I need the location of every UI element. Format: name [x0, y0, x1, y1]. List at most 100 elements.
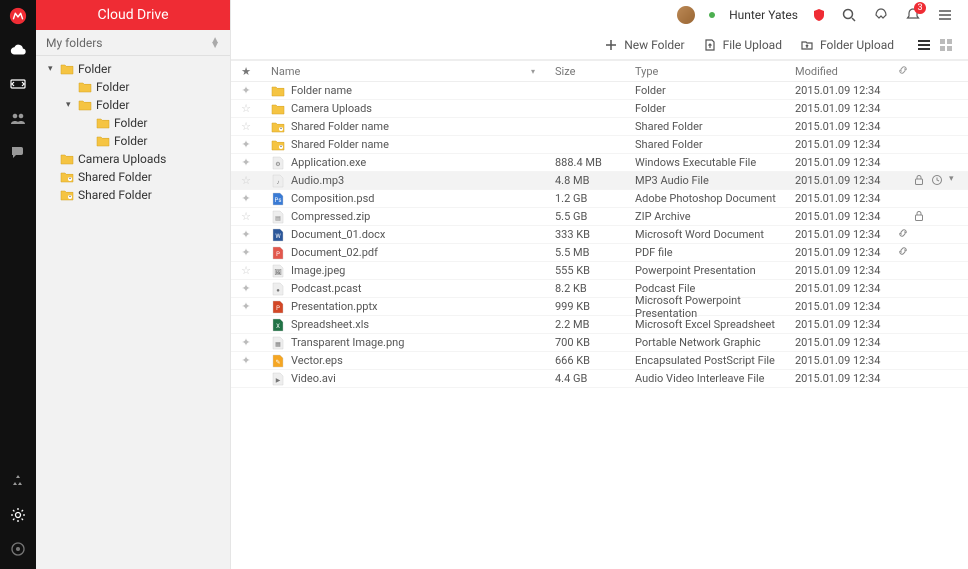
table-row[interactable]: ☆ Shared Folder name Shared Folder 2015.…: [231, 118, 968, 136]
table-row[interactable]: ☆ Camera Uploads Folder 2015.01.09 12:34: [231, 100, 968, 118]
chat-icon[interactable]: [8, 142, 28, 162]
size-column-header[interactable]: Size: [555, 65, 635, 78]
file-modified: 2015.01.09 12:34: [795, 228, 893, 241]
rocket-icon[interactable]: [872, 6, 890, 24]
file-name: Document_02.pdf: [291, 246, 378, 259]
file-modified: 2015.01.09 12:34: [795, 192, 893, 205]
topbar: Hunter Yates 3: [231, 0, 968, 30]
word-icon: W: [271, 228, 285, 242]
star-icon[interactable]: ✦: [241, 282, 250, 295]
table-row[interactable]: ✦ Folder name Folder 2015.01.09 12:34: [231, 82, 968, 100]
file-modified: 2015.01.09 12:34: [795, 300, 893, 313]
type-column-header[interactable]: Type: [635, 65, 795, 78]
star-icon[interactable]: ✦: [241, 336, 250, 349]
table-row[interactable]: ✦ ▦ Transparent Image.png 700 KB Portabl…: [231, 334, 968, 352]
lock-icon[interactable]: [913, 174, 927, 188]
sort-icon: ▲▼: [210, 38, 220, 48]
lock-icon[interactable]: [913, 210, 927, 224]
grid-view-button[interactable]: [938, 37, 954, 53]
star-icon[interactable]: ✦: [241, 354, 250, 367]
table-row[interactable]: ✦ Shared Folder name Shared Folder 2015.…: [231, 136, 968, 154]
logo-icon[interactable]: [8, 6, 28, 26]
my-folders-header[interactable]: My folders ▲▼: [36, 30, 230, 56]
menu-icon[interactable]: [936, 6, 954, 24]
png-icon: ▦: [271, 336, 285, 350]
list-view-button[interactable]: [916, 37, 932, 53]
star-icon[interactable]: ✦: [241, 156, 250, 169]
file-name: Transparent Image.png: [291, 336, 404, 349]
table-row[interactable]: ✦ W Document_01.docx 333 KB Microsoft Wo…: [231, 226, 968, 244]
settings-icon[interactable]: [8, 505, 28, 525]
star-column-header[interactable]: ★: [231, 65, 261, 78]
table-row[interactable]: ☆ 🖼 Image.jpeg 555 KB Powerpoint Present…: [231, 262, 968, 280]
file-upload-button[interactable]: File Upload: [703, 38, 782, 52]
caret-icon: ▾: [66, 100, 74, 110]
folder-icon: [78, 81, 92, 93]
file-name: Composition.psd: [291, 192, 374, 205]
star-icon[interactable]: ☆: [241, 174, 251, 187]
table-row[interactable]: ✦ Ps Composition.psd 1.2 GB Adobe Photos…: [231, 190, 968, 208]
shield-icon[interactable]: [812, 8, 826, 22]
new-folder-label: New Folder: [624, 38, 684, 52]
tree-item[interactable]: Shared Folder: [36, 168, 230, 186]
psd-icon: Ps: [271, 192, 285, 206]
star-icon[interactable]: ✦: [241, 228, 250, 241]
name-column-header[interactable]: Name ▾: [261, 65, 541, 78]
search-icon[interactable]: [840, 6, 858, 24]
username[interactable]: Hunter Yates: [729, 8, 798, 22]
tree-item[interactable]: Camera Uploads: [36, 150, 230, 168]
star-icon[interactable]: ✦: [241, 138, 250, 151]
star-icon[interactable]: ☆: [241, 264, 251, 277]
star-icon[interactable]: ✦: [241, 300, 250, 313]
file-modified: 2015.01.09 12:34: [795, 336, 893, 349]
modified-column-header[interactable]: Modified: [795, 65, 893, 78]
file-name: Podcast.pcast: [291, 282, 361, 295]
file-name: Spreadsheet.xls: [291, 318, 369, 331]
tree-item[interactable]: Folder: [36, 132, 230, 150]
table-row[interactable]: ☆ ♪ Audio.mp3 4.8 MB MP3 Audio File 2015…: [231, 172, 968, 190]
link-icon[interactable]: [897, 247, 909, 260]
star-icon[interactable]: ✦: [241, 192, 250, 205]
power-icon[interactable]: [8, 539, 28, 559]
clock-icon[interactable]: [931, 174, 945, 188]
tree-item-label: Folder: [114, 134, 147, 148]
file-name: Shared Folder name: [291, 138, 389, 151]
svg-text:⚙: ⚙: [275, 161, 280, 168]
folder-upload-button[interactable]: Folder Upload: [800, 38, 894, 52]
file-size: 888.4 MB: [555, 156, 635, 169]
tree-item[interactable]: Shared Folder: [36, 186, 230, 204]
table-row[interactable]: X Spreadsheet.xls 2.2 MB Microsoft Excel…: [231, 316, 968, 334]
star-icon[interactable]: ✦: [241, 84, 250, 97]
bell-icon[interactable]: 3: [904, 6, 922, 24]
podcast-icon: ●: [271, 282, 285, 296]
file-table: ★ Name ▾ Size Type Modified ✦ Folder nam…: [231, 60, 968, 569]
folder-icon: [78, 99, 92, 111]
tree-item[interactable]: Folder: [36, 114, 230, 132]
file-type: Microsoft Powerpoint Presentation: [635, 294, 795, 320]
file-type: Shared Folder: [635, 120, 795, 133]
more-icon[interactable]: ▾: [949, 174, 963, 188]
link-icon[interactable]: [897, 229, 909, 242]
table-row[interactable]: ✦ ● Podcast.pcast 8.2 KB Podcast File 20…: [231, 280, 968, 298]
table-row[interactable]: ✦ P Document_02.pdf 5.5 MB PDF file 2015…: [231, 244, 968, 262]
table-row[interactable]: ▶ Video.avi 4.4 GB Audio Video Interleav…: [231, 370, 968, 388]
avatar[interactable]: [677, 6, 695, 24]
sync-icon[interactable]: [8, 74, 28, 94]
tree-item[interactable]: Folder: [36, 78, 230, 96]
new-folder-button[interactable]: New Folder: [604, 38, 684, 52]
star-icon[interactable]: ✦: [241, 246, 250, 259]
star-icon[interactable]: ☆: [241, 210, 251, 223]
contacts-icon[interactable]: [8, 108, 28, 128]
tree-item[interactable]: ▾ Folder: [36, 96, 230, 114]
cloud-icon[interactable]: [8, 40, 28, 60]
table-row[interactable]: ✦ P Presentation.pptx 999 KB Microsoft P…: [231, 298, 968, 316]
table-row[interactable]: ✦ ⚙ Application.exe 888.4 MB Windows Exe…: [231, 154, 968, 172]
tree-item[interactable]: ▾ Folder: [36, 60, 230, 78]
table-row[interactable]: ☆ ▤ Compressed.zip 5.5 GB ZIP Archive 20…: [231, 208, 968, 226]
table-row[interactable]: ✦ ✎ Vector.eps 666 KB Encapsulated PostS…: [231, 352, 968, 370]
star-icon[interactable]: ☆: [241, 120, 251, 133]
star-icon[interactable]: ☆: [241, 102, 251, 115]
recycle-icon[interactable]: [8, 471, 28, 491]
left-rail: [0, 0, 36, 569]
svg-text:▶: ▶: [276, 377, 281, 384]
